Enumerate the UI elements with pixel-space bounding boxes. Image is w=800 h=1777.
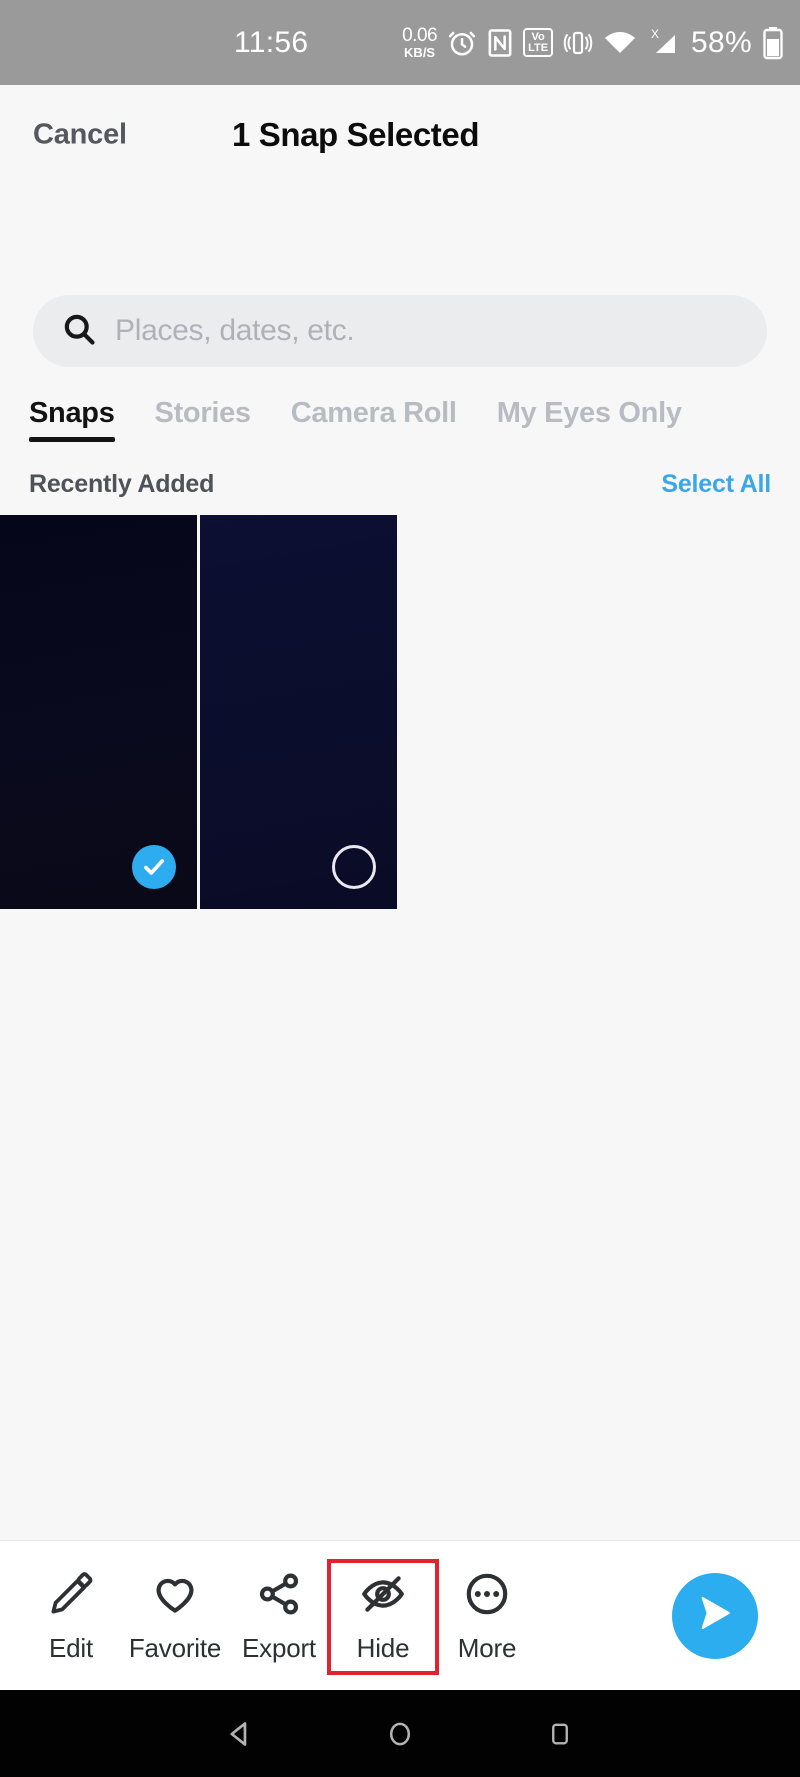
tab-stories[interactable]: Stories <box>155 397 252 442</box>
svg-text:X: X <box>651 27 659 41</box>
page-title: 1 Snap Selected <box>232 116 480 153</box>
search-container: Places, dates, etc. <box>33 295 767 367</box>
selection-header: Cancel 1 Snap Selected <box>0 85 800 185</box>
battery-percent-label: 58% <box>691 25 752 59</box>
alarm-icon <box>447 28 477 58</box>
selection-badge-empty[interactable] <box>332 845 376 889</box>
selection-badge-checked[interactable] <box>132 845 176 889</box>
export-label: Export <box>242 1633 316 1663</box>
share-icon <box>255 1570 303 1623</box>
battery-icon <box>762 26 784 60</box>
search-input[interactable]: Places, dates, etc. <box>33 295 767 367</box>
export-button[interactable]: Export <box>223 1559 335 1675</box>
snap-grid <box>0 515 800 909</box>
nfc-icon <box>487 28 513 57</box>
ellipsis-circle-icon <box>463 1570 511 1623</box>
volte-icon: Vo LTE <box>523 28 554 57</box>
eye-slash-icon <box>359 1570 407 1623</box>
more-button[interactable]: More <box>431 1559 543 1675</box>
search-icon <box>61 311 97 352</box>
snap-thumbnail-1[interactable] <box>0 515 197 909</box>
send-arrow-icon <box>692 1590 738 1641</box>
section-title: Recently Added <box>29 469 215 498</box>
action-toolbar: Edit Favorite Export Hide More <box>0 1540 800 1690</box>
favorite-label: Favorite <box>128 1633 222 1663</box>
status-bar-clock: 11:56 <box>234 25 309 59</box>
hide-button[interactable]: Hide <box>327 1559 439 1675</box>
send-button[interactable] <box>672 1572 758 1659</box>
data-rate-unit: KB/S <box>404 45 436 60</box>
more-label: More <box>457 1633 517 1663</box>
tab-snaps[interactable]: Snaps <box>29 397 115 442</box>
cancel-button[interactable]: Cancel <box>33 119 127 152</box>
edit-label: Edit <box>48 1633 93 1663</box>
wifi-icon <box>603 29 637 57</box>
heart-icon <box>151 1570 199 1623</box>
android-nav-bar <box>0 1690 800 1777</box>
select-all-button[interactable]: Select All <box>661 470 771 499</box>
home-button[interactable] <box>320 1718 480 1750</box>
recents-button[interactable] <box>480 1719 640 1749</box>
vibrate-icon <box>563 29 593 57</box>
favorite-button[interactable]: Favorite <box>119 1559 231 1675</box>
app-root: 11:56 0.06 KB/S Vo LTE X 58% Cancel 1 Sn… <box>0 0 800 1777</box>
data-rate-value: 0.06 <box>402 25 438 46</box>
hide-label: Hide <box>356 1633 410 1663</box>
section-header: Recently Added Select All <box>0 460 800 508</box>
snap-thumbnail-2[interactable] <box>200 515 397 909</box>
tab-camera-roll[interactable]: Camera Roll <box>291 397 457 442</box>
tab-my-eyes-only[interactable]: My Eyes Only <box>497 397 682 442</box>
main-content: Cancel 1 Snap Selected Places, dates, et… <box>0 85 800 1690</box>
data-rate-indicator: 0.06 KB/S <box>402 26 437 59</box>
search-placeholder: Places, dates, etc. <box>115 314 355 347</box>
status-bar-icons: 0.06 KB/S Vo LTE X 58% <box>402 26 784 60</box>
pencil-icon <box>47 1570 95 1623</box>
status-bar: 11:56 0.06 KB/S Vo LTE X 58% <box>0 0 800 85</box>
back-button[interactable] <box>160 1717 320 1751</box>
tab-bar: Snaps Stories Camera Roll My Eyes Only <box>0 397 800 455</box>
cellular-signal-icon: X <box>647 27 681 59</box>
edit-button[interactable]: Edit <box>15 1559 127 1675</box>
